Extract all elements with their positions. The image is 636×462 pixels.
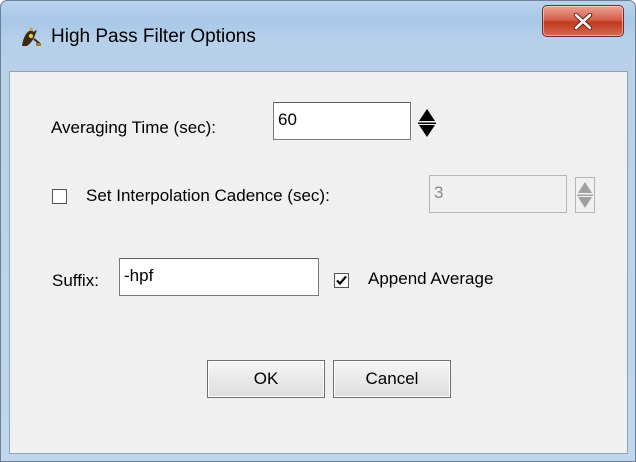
- averaging-time-spinner[interactable]: [417, 105, 437, 141]
- interpolation-label: Set Interpolation Cadence (sec):: [86, 186, 330, 205]
- interpolation-cadence-spinner[interactable]: [575, 177, 595, 213]
- title-bar[interactable]: High Pass Filter Options: [1, 1, 635, 71]
- ok-button[interactable]: OK: [207, 360, 325, 398]
- suffix-label: Suffix:: [52, 271, 99, 290]
- dialog-content: Averaging Time (sec): 60 Set Interpolati…: [9, 71, 628, 454]
- app-icon: [19, 25, 43, 49]
- append-average-label: Append Average: [368, 269, 494, 288]
- spin-down-icon: [419, 125, 435, 137]
- append-average-checkbox[interactable]: [334, 273, 349, 288]
- dialog-window: High Pass Filter Options Averaging Time …: [0, 0, 636, 462]
- suffix-input[interactable]: -hpf: [119, 258, 319, 296]
- window-title: High Pass Filter Options: [51, 26, 256, 47]
- interpolation-cadence-input[interactable]: 3: [429, 175, 567, 213]
- cancel-button[interactable]: Cancel: [333, 360, 451, 398]
- close-icon: [573, 13, 593, 30]
- averaging-time-label: Averaging Time (sec):: [51, 118, 217, 137]
- averaging-time-input[interactable]: 60: [273, 102, 411, 140]
- close-button[interactable]: [542, 5, 624, 37]
- checkmark-icon: [336, 275, 347, 286]
- spin-up-icon: [419, 109, 435, 121]
- interpolation-checkbox[interactable]: [52, 189, 67, 204]
